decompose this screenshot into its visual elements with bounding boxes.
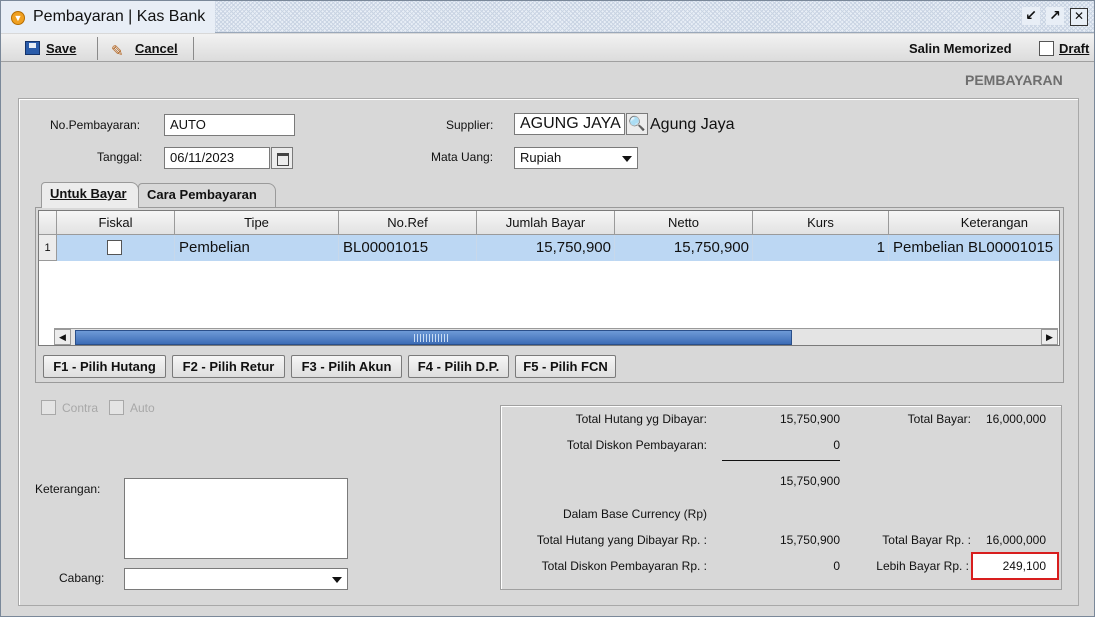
save-icon: [25, 41, 40, 55]
column-header-tipe[interactable]: Tipe: [175, 211, 339, 235]
auto-label: Auto: [130, 401, 155, 415]
cell-tipe: Pembelian: [175, 235, 339, 261]
scroll-right-icon[interactable]: ▶: [1041, 329, 1058, 345]
title-bar: ▼ Pembayaran | Kas Bank ↙ ↗ ✕: [1, 1, 1094, 33]
contra-label: Contra: [62, 401, 99, 415]
window-title: Pembayaran | Kas Bank: [33, 8, 206, 25]
total-bayar-rp-label: Total Bayar Rp. :: [882, 533, 971, 547]
subtotal-value: 15,750,900: [779, 474, 840, 488]
restore-icon[interactable]: ↙: [1022, 7, 1040, 25]
tanggal-field[interactable]: 06/11/2023: [164, 147, 270, 169]
pilih-akun-button[interactable]: F3 - Pilih Akun: [291, 355, 402, 378]
app-icon: ▼: [11, 11, 25, 25]
draft-label: Draft: [1059, 41, 1090, 56]
save-label: Save: [46, 41, 77, 56]
pilih-dp-button[interactable]: F4 - Pilih D.P.: [408, 355, 509, 378]
cell-fiskal: [57, 235, 175, 261]
total-bayar-rp-value: 16,000,000: [985, 533, 1046, 547]
lebih-bayar-label: Lebih Bayar Rp. :: [876, 559, 969, 573]
row-number: 1: [39, 235, 57, 261]
auto-checkbox[interactable]: [109, 400, 124, 415]
window-controls: ↙ ↗ ✕: [1016, 7, 1088, 27]
cell-no-ref: BL00001015: [339, 235, 477, 261]
no-pembayaran-label: No.Pembayaran:: [50, 118, 141, 132]
horizontal-scrollbar[interactable]: ◀ ▶: [54, 328, 1058, 345]
keterangan-label: Keterangan:: [35, 482, 101, 496]
no-pembayaran-field[interactable]: AUTO: [164, 114, 295, 136]
scroll-left-icon[interactable]: ◀: [54, 329, 71, 345]
cell-kurs: 1: [753, 235, 889, 261]
calendar-icon[interactable]: [271, 147, 293, 169]
scroll-grip-icon: [414, 334, 450, 342]
total-bayar-label: Total Bayar:: [907, 412, 971, 426]
toolbar-divider: [193, 37, 194, 60]
column-header-netto[interactable]: Netto: [615, 211, 753, 235]
cabang-label: Cabang:: [59, 571, 105, 585]
total-hutang-rp-value: 15,750,900: [779, 533, 840, 547]
total-diskon-rp-value: 0: [833, 559, 840, 573]
supplier-label: Supplier:: [446, 118, 494, 132]
salin-memorized-button[interactable]: Salin Memorized: [909, 41, 1012, 56]
pilih-retur-button[interactable]: F2 - Pilih Retur: [172, 355, 285, 378]
close-icon[interactable]: ✕: [1070, 8, 1088, 26]
mata-uang-label: Mata Uang:: [431, 150, 494, 164]
cabang-select[interactable]: [124, 568, 348, 590]
keterangan-textarea[interactable]: [124, 478, 348, 559]
mata-uang-select[interactable]: Rupiah: [514, 147, 638, 169]
total-hutang-value: 15,750,900: [779, 412, 840, 426]
cell-netto: 15,750,900: [615, 235, 753, 261]
lebih-bayar-value: 249,100: [1002, 559, 1046, 573]
column-header-no-ref[interactable]: No.Ref: [339, 211, 477, 235]
subtotal-divider: [722, 460, 840, 461]
cancel-label: Cancel: [135, 41, 178, 56]
page-heading: PEMBAYARAN: [965, 72, 1063, 88]
chevron-down-icon: [622, 156, 632, 162]
total-bayar-value: 16,000,000: [985, 412, 1046, 426]
mata-uang-value: Rupiah: [520, 150, 562, 165]
base-currency-label: Dalam Base Currency (Rp): [562, 507, 707, 521]
cancel-icon: ✎: [111, 43, 124, 60]
column-header-jumlah-bayar[interactable]: Jumlah Bayar: [477, 211, 615, 235]
pilih-hutang-button[interactable]: F1 - Pilih Hutang: [43, 355, 166, 378]
tab-untuk-bayar[interactable]: Untuk Bayar: [41, 182, 139, 208]
pilih-fcn-button[interactable]: F5 - Pilih FCN: [515, 355, 616, 378]
tanggal-label: Tanggal:: [97, 150, 143, 164]
column-header-fiskal[interactable]: Fiskal: [57, 211, 175, 235]
cell-keterangan: Pembelian BL00001015: [893, 239, 1054, 256]
cell-jumlah-bayar: 15,750,900: [477, 235, 615, 261]
payment-grid: Fiskal Tipe No.Ref Jumlah Bayar Netto Ku…: [38, 210, 1060, 346]
column-header-kurs[interactable]: Kurs: [753, 211, 889, 235]
chevron-down-icon: [332, 577, 342, 583]
payment-window: ▼ Pembayaran | Kas Bank ↙ ↗ ✕ Save ✎ Cancel…: [0, 0, 1095, 617]
cancel-button[interactable]: ✎ Cancel: [111, 38, 178, 60]
toolbar-divider: [97, 37, 98, 60]
draft-checkbox[interactable]: [1039, 41, 1054, 56]
column-header-keterangan[interactable]: Keterangan: [889, 211, 1059, 235]
total-diskon-value: 0: [833, 438, 840, 452]
scrollbar-thumb[interactable]: [75, 330, 792, 345]
contra-checkbox[interactable]: [41, 400, 56, 415]
maximize-icon[interactable]: ↗: [1046, 7, 1064, 25]
tab-cara-pembayaran[interactable]: Cara Pembayaran: [138, 183, 276, 207]
total-hutang-rp-label: Total Hutang yang Dibayar Rp. :: [536, 533, 707, 547]
save-button[interactable]: Save: [25, 38, 76, 60]
supplier-code-field[interactable]: AGUNG JAYA: [514, 113, 625, 135]
row-number-header: [39, 211, 57, 235]
total-hutang-label: Total Hutang yg Dibayar:: [575, 412, 707, 426]
supplier-name: Agung Jaya: [650, 116, 735, 133]
search-icon[interactable]: 🔍: [626, 113, 648, 135]
fiskal-checkbox[interactable]: [107, 240, 122, 255]
total-diskon-label: Total Diskon Pembayaran:: [566, 438, 707, 452]
total-diskon-rp-label: Total Diskon Pembayaran Rp. :: [541, 559, 707, 573]
